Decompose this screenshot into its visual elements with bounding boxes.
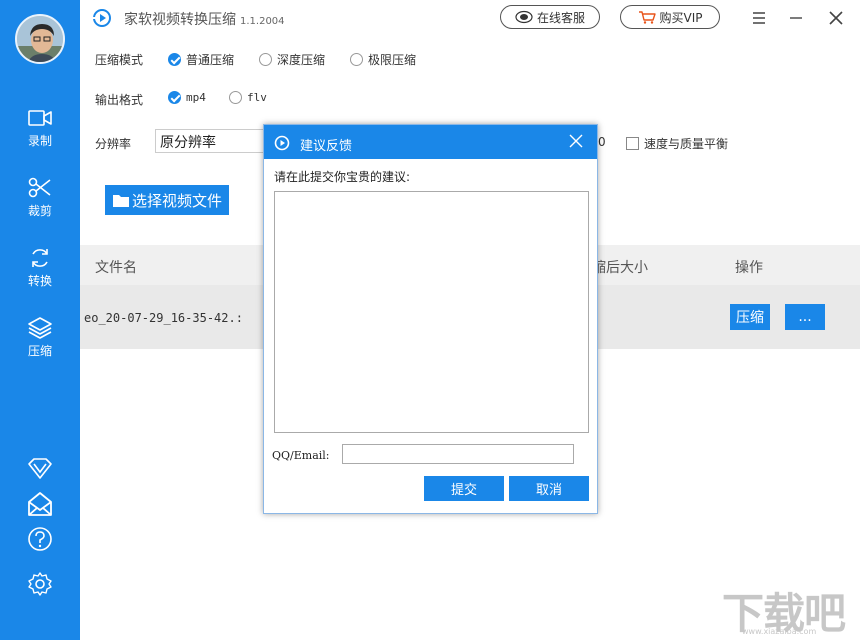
compress-button[interactable]: 压缩 [730, 304, 770, 330]
feedback-textarea[interactable] [274, 191, 589, 433]
layers-icon [28, 317, 52, 339]
video-camera-icon [28, 110, 52, 126]
avatar-image [17, 16, 63, 62]
watermark-url: www.xiazaiba.com [742, 627, 817, 636]
radio-unchecked-icon [350, 53, 363, 66]
online-service-button[interactable]: 在线客服 [500, 5, 600, 29]
partial-value-text: 0 [598, 135, 606, 149]
output-format-mp4-radio[interactable]: mp4 [168, 91, 206, 104]
submit-button[interactable]: 提交 [424, 476, 504, 501]
app-logo-icon [93, 9, 111, 27]
sidebar-item-crop[interactable]: 裁剪 [0, 176, 80, 232]
app-version: 1.1.2004 [240, 16, 285, 27]
sidebar-item-label: 压缩 [27, 344, 52, 358]
compress-mode-label: 压缩模式 [95, 53, 144, 67]
sidebar-item-convert[interactable]: 转换 [0, 246, 80, 302]
resolution-label: 分辨率 [95, 137, 132, 151]
refresh-icon [32, 249, 48, 267]
resolution-select[interactable]: 原分辨率 [155, 129, 270, 153]
mail-icon[interactable] [26, 490, 54, 518]
app-logo-icon [274, 135, 290, 151]
close-icon[interactable] [826, 8, 846, 28]
output-format-flv-radio[interactable]: flv [229, 91, 267, 104]
option-label: 极限压缩 [368, 53, 417, 67]
sidebar-item-label: 裁剪 [27, 204, 52, 218]
checkbox-unchecked-icon [626, 137, 639, 150]
dialog-close-icon[interactable] [569, 134, 583, 148]
sidebar-item-label: 录制 [27, 134, 52, 148]
radio-checked-icon [168, 91, 181, 104]
sidebar-item-label: 转换 [27, 274, 52, 288]
column-header-after-size: 缩后大小 [592, 260, 648, 276]
column-header-action: 操作 [735, 260, 763, 276]
buy-vip-button[interactable]: 购买VIP [620, 5, 720, 29]
cancel-button[interactable]: 取消 [509, 476, 589, 501]
output-format-label: 输出格式 [95, 93, 144, 107]
option-label: 普通压缩 [186, 53, 235, 67]
help-icon[interactable] [26, 525, 54, 553]
folder-icon [112, 194, 129, 207]
file-name-cell: eo_20-07-29_16-35-42.: [84, 311, 243, 325]
compress-mode-deep-radio[interactable]: 深度压缩 [259, 51, 325, 68]
option-label: mp4 [186, 91, 206, 104]
diamond-icon[interactable] [26, 455, 54, 483]
radio-unchecked-icon [229, 91, 242, 104]
radio-checked-icon [168, 53, 181, 66]
contact-label: QQ/Email: [272, 449, 330, 462]
option-label: flv [247, 91, 267, 104]
headset-icon [515, 10, 533, 24]
online-service-label: 在线客服 [536, 10, 585, 25]
cart-icon [638, 11, 656, 24]
compress-mode-normal-radio[interactable]: 普通压缩 [168, 51, 234, 68]
app-title: 家软视频转换压缩 1.1.2004 [124, 12, 285, 28]
menu-icon[interactable] [749, 8, 769, 28]
feedback-dialog: 建议反馈 请在此提交你宝贵的建议: QQ/Email: 提交 取消 [263, 124, 598, 514]
scissors-icon [28, 177, 51, 198]
sidebar-item-compress[interactable]: 压缩 [0, 316, 80, 372]
option-label: 深度压缩 [277, 53, 326, 67]
radio-unchecked-icon [259, 53, 272, 66]
minimize-icon[interactable] [786, 8, 806, 28]
dialog-title: 建议反馈 [300, 139, 353, 154]
buy-vip-label: 购买VIP [659, 10, 703, 25]
dialog-prompt: 请在此提交你宝贵的建议: [274, 170, 411, 184]
column-header-filename: 文件名 [95, 260, 137, 276]
sidebar-item-record[interactable]: 录制 [0, 106, 80, 162]
balance-checkbox[interactable]: 速度与质量平衡 [626, 135, 728, 152]
compress-mode-extreme-radio[interactable]: 极限压缩 [350, 51, 416, 68]
more-button[interactable]: ... [785, 304, 825, 330]
dialog-header: 建议反馈 [264, 125, 597, 159]
title-bar: 家软视频转换压缩 1.1.2004 在线客服 购买VIP [80, 0, 860, 36]
select-file-label: 选择视频文件 [131, 191, 222, 210]
avatar[interactable] [15, 14, 65, 64]
option-label: 速度与质量平衡 [644, 137, 729, 151]
gear-icon[interactable] [26, 570, 54, 598]
sidebar: 录制 裁剪 转换 压缩 [0, 0, 80, 640]
contact-input[interactable] [342, 444, 574, 464]
select-video-file-button[interactable]: 选择视频文件 [105, 185, 229, 215]
